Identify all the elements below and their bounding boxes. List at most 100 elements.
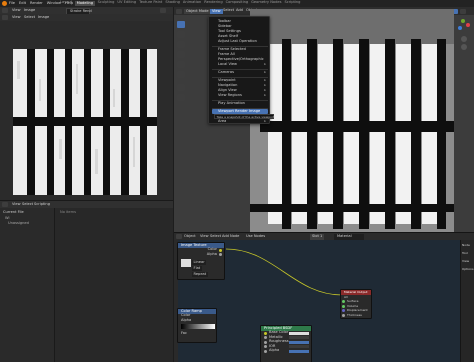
tab-sculpting[interactable]: Sculpting: [98, 0, 115, 6]
menu-item-play-animation[interactable]: Play Animation: [212, 101, 268, 106]
outliner-right-label: No items: [60, 210, 77, 214]
navigation-gizmo[interactable]: [457, 19, 471, 33]
axis-y-icon[interactable]: [461, 19, 465, 23]
node-link: [225, 248, 343, 296]
sidebar-tab-tool[interactable]: Tool: [462, 252, 468, 255]
workspace-tabs: Layout Modeling Sculpting UV Editing Tex…: [60, 0, 300, 6]
cursor-tool-icon[interactable]: [177, 31, 185, 38]
tab-geometry-nodes[interactable]: Geometry Nodes: [251, 0, 281, 6]
menu-file[interactable]: File: [9, 1, 15, 6]
socket-base-color-icon[interactable]: [264, 331, 267, 335]
submenu-arrow-icon: ▸: [264, 69, 266, 74]
image-view-menu[interactable]: View: [12, 8, 21, 13]
color-swatch[interactable]: [289, 331, 309, 335]
roughness-slider[interactable]: [289, 340, 309, 344]
image-image-menu[interactable]: Image: [24, 8, 35, 13]
submenu-arrow-icon: ▸: [264, 61, 266, 66]
viewport-select-menu[interactable]: Select: [223, 9, 234, 13]
tab-compositing[interactable]: Compositing: [226, 0, 249, 6]
outliner-tree-panel: Current File Wi Unassigned: [0, 208, 55, 362]
uv-image-menu[interactable]: Image: [38, 15, 49, 20]
socket-thickness-icon[interactable]: [342, 313, 345, 317]
viewport-editor-icon[interactable]: [176, 8, 182, 14]
axis-x-icon[interactable]: [466, 23, 470, 27]
annotate-tool-icon[interactable]: [177, 84, 185, 91]
editor-type-icon[interactable]: [2, 8, 8, 13]
tab-shading[interactable]: Shading: [165, 0, 180, 6]
socket-volume-icon[interactable]: [342, 304, 345, 308]
outliner-row[interactable]: Unassigned: [8, 221, 29, 226]
tab-animation[interactable]: Animation: [183, 0, 201, 6]
socket-metallic-icon[interactable]: [264, 336, 267, 340]
bsdf-alpha[interactable]: Alpha: [261, 349, 311, 354]
node-sidebar: Node Tool View Options: [460, 240, 474, 362]
measure-tool-icon[interactable]: [177, 94, 185, 101]
zoom-icon[interactable]: [461, 36, 467, 42]
tab-uv-editing[interactable]: UV Editing: [117, 0, 136, 6]
node-editor[interactable]: Object View Select Add Node Use Nodes Sl…: [174, 232, 474, 362]
viewport-view-menu[interactable]: View: [210, 8, 223, 15]
shading-rendered-icon[interactable]: [460, 8, 466, 14]
socket-displacement-icon[interactable]: [342, 309, 345, 313]
tab-texture-paint[interactable]: Texture Paint: [139, 0, 162, 6]
select-tool-icon[interactable]: [177, 21, 185, 28]
uv-view-menu[interactable]: View: [12, 15, 21, 20]
output-thickness-input[interactable]: Thickness: [341, 313, 371, 318]
menu-item-adjust-last-operation[interactable]: Adjust Last Operation: [212, 39, 268, 44]
viewport-toolbar: [177, 21, 185, 106]
tab-rendering[interactable]: Rendering: [204, 0, 222, 6]
alpha-slider[interactable]: [289, 349, 309, 353]
socket-alpha-icon[interactable]: [264, 349, 267, 353]
textured-plane[interactable]: [250, 9, 454, 232]
menu-item-area[interactable]: Area ▸: [212, 119, 268, 124]
mode-dropdown[interactable]: Object Mode: [184, 8, 211, 15]
outliner: View Select Scripting Current File Wi Un…: [0, 200, 173, 362]
blender-logo-icon[interactable]: [2, 1, 7, 6]
sidebar-tab-options[interactable]: Options: [462, 268, 474, 271]
pan-icon[interactable]: [461, 44, 467, 50]
outliner-editor-icon[interactable]: [2, 202, 8, 207]
menu-item-view-regions[interactable]: View Regions ▸: [212, 93, 268, 98]
outliner-scripting-menu[interactable]: Scripting: [34, 202, 50, 207]
uv-header: View Select Image: [0, 14, 173, 21]
viewport[interactable]: Object Mode View Select Add Object Globa…: [174, 7, 474, 232]
sidebar-tab-node[interactable]: Node: [462, 244, 470, 247]
menu-render[interactable]: Render: [30, 1, 43, 6]
submenu-arrow-icon: ▸: [264, 92, 266, 97]
menu-separator: [212, 68, 268, 69]
uv-select-menu[interactable]: Select: [24, 15, 35, 20]
material-output-node[interactable]: Material Output All Surface Volume Displ…: [340, 289, 372, 319]
outliner-tree-label: Current File: [3, 210, 24, 214]
ior-field[interactable]: [289, 345, 309, 349]
tab-layout[interactable]: Layout: [60, 0, 72, 6]
menu-item-cameras[interactable]: Cameras ▸: [212, 70, 268, 75]
socket-ior-icon[interactable]: [264, 345, 267, 349]
tab-modeling[interactable]: Modeling: [75, 1, 95, 6]
metallic-slider[interactable]: [289, 336, 309, 340]
submenu-arrow-icon: ▸: [264, 77, 266, 82]
tab-scripting[interactable]: Scripting: [284, 0, 300, 6]
submenu-arrow-icon: ▸: [264, 82, 266, 87]
texture-image[interactable]: [13, 49, 157, 195]
rotate-tool-icon[interactable]: [177, 51, 185, 58]
outliner-select-menu[interactable]: Select: [22, 202, 33, 207]
menu-window[interactable]: Window: [47, 1, 61, 6]
sidebar-tab-view[interactable]: View: [462, 260, 469, 263]
menu-edit[interactable]: Edit: [19, 1, 26, 6]
outliner-view-menu[interactable]: View: [12, 202, 21, 207]
menu-item-local-view[interactable]: Local View ▸: [212, 62, 268, 67]
pin-icon[interactable]: [160, 8, 166, 13]
socket-surface-icon[interactable]: [342, 300, 345, 304]
socket-roughness-icon[interactable]: [264, 340, 267, 344]
submenu-arrow-icon: ▸: [264, 87, 266, 92]
image-editor: View Image Stroke Rend View Select Image: [0, 7, 173, 200]
viewport-add-menu[interactable]: Add: [236, 9, 243, 13]
move-tool-icon[interactable]: [177, 41, 185, 48]
menu-separator: [212, 76, 268, 77]
uv-editor-icon[interactable]: [2, 15, 8, 20]
principled-bsdf-node[interactable]: Principled BSDF Base Color Metallic Roug…: [260, 325, 312, 362]
scale-tool-icon[interactable]: [177, 61, 185, 68]
axis-z-icon[interactable]: [458, 26, 462, 30]
menu-separator: [212, 99, 268, 100]
transform-tool-icon[interactable]: [177, 71, 185, 78]
